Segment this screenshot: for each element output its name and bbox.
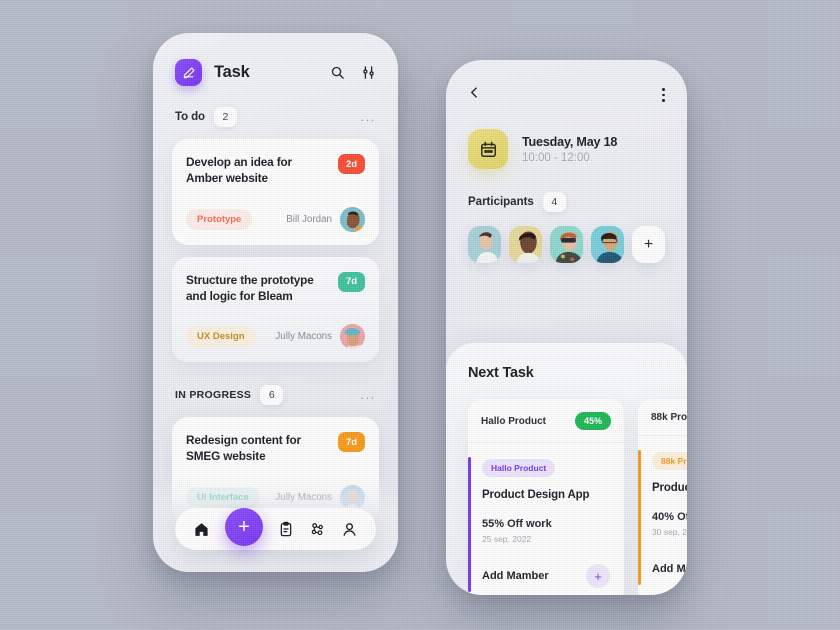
assignee-name: Bill Jordan [286, 213, 332, 225]
next-task-name: Product Design App [652, 482, 687, 494]
accent-bar [638, 450, 641, 586]
add-member-label[interactable]: Add Mamber [652, 563, 687, 575]
person-profile-icon[interactable] [341, 521, 358, 538]
task-card-top: Structure the prototype and logic for Bl… [186, 271, 365, 305]
next-task-head-label: Hallo Product [481, 415, 547, 427]
search-icon[interactable] [330, 65, 345, 80]
section-label-todo: To do [175, 111, 205, 123]
next-task-footer: Add Mamber + [482, 564, 624, 589]
home-icon[interactable] [193, 521, 210, 538]
section-label-inprogress: IN PROGRESS [175, 389, 252, 402]
add-member-label[interactable]: Add Mamber [482, 570, 549, 582]
calendar-icon [468, 129, 508, 169]
next-task-card-header: 88k Product [638, 399, 687, 436]
avatar[interactable] [468, 226, 501, 263]
next-task-card-header: Hallo Product 45% [468, 399, 624, 443]
task-assignee: Jully Macons [275, 484, 365, 510]
page-title: Task [214, 63, 250, 81]
section-count-todo: 2 [213, 107, 237, 127]
task-card-top: Develop an idea for Amber website 2d [186, 154, 365, 187]
avatar[interactable] [340, 206, 365, 232]
avatar[interactable] [591, 226, 624, 263]
task-card-bottom: Ui Interface Jully Macons [186, 484, 365, 510]
avatar[interactable] [509, 226, 542, 263]
task-assignee: Bill Jordan [286, 206, 365, 232]
participants-count: 4 [542, 192, 566, 212]
task-tag[interactable]: Ui Interface [186, 486, 260, 508]
section-header-todo: To do 2 ... [153, 107, 398, 127]
pen-edit-icon[interactable] [175, 59, 202, 86]
task-card-bottom: Prototype Bill Jordan [186, 206, 365, 232]
next-task-title: Next Task [468, 365, 534, 381]
next-task-chip[interactable]: Hallo Product [482, 459, 556, 477]
progress-percent-badge: 45% [574, 412, 611, 430]
task-card-top: Redesign content for SMEG website 7d [186, 432, 365, 465]
task-tag[interactable]: Prototype [186, 208, 253, 230]
avatar[interactable] [340, 484, 365, 510]
next-task-off-work: 40% Off work [652, 511, 687, 524]
next-task-card-scroller[interactable]: Hallo Product 45% Hallo Product Product … [446, 381, 687, 595]
left-header: Task [153, 33, 398, 86]
clipboard-icon[interactable] [278, 521, 294, 537]
assignee-name: Jully Macons [275, 331, 332, 343]
next-task-sheet: Next Task Hallo Product 45% Hallo Produc… [446, 343, 687, 595]
avatar[interactable] [550, 226, 583, 263]
participants-label: Participants [468, 196, 534, 208]
right-header [446, 60, 687, 104]
assignee-name: Jully Macons [275, 491, 332, 503]
next-task-card-body: Hallo Product Product Design App 55% Off… [468, 443, 624, 595]
event-date: Tuesday, May 18 [522, 134, 618, 149]
phone-left-task-list: Task To do 2 ... Develop an idea for Amb… [153, 33, 398, 572]
phone-right-event-detail: Tuesday, May 18 10:00 - 12:00 Participan… [446, 60, 687, 595]
next-task-off-work: 55% Off work [482, 518, 552, 531]
next-task-head-label: 88k Product [651, 412, 687, 423]
bottom-navigation: + [175, 508, 376, 550]
task-tag[interactable]: UX Design [186, 326, 256, 348]
task-card-bottom: UX Design Jully Macons [186, 324, 365, 350]
participants-avatars: + [446, 226, 687, 263]
vertical-dots-icon[interactable] [662, 88, 665, 102]
event-date-row: Tuesday, May 18 10:00 - 12:00 [446, 129, 687, 169]
event-date-text: Tuesday, May 18 10:00 - 12:00 [522, 135, 617, 164]
task-title: Develop an idea for Amber website [186, 155, 292, 186]
section-count-inprogress: 6 [260, 385, 284, 406]
next-task-date: 30 sep, 2022 [652, 527, 687, 538]
sliders-filter-icon[interactable] [361, 65, 376, 80]
task-due-badge: 7d [338, 432, 365, 453]
task-card[interactable]: Structure the prototype and logic for Bl… [172, 256, 379, 363]
task-due-badge: 2d [338, 154, 365, 174]
background-grain [0, 0, 840, 630]
avatar[interactable] [340, 324, 365, 350]
task-title: Structure the prototype and logic for Bl… [186, 272, 314, 303]
next-task-footer: Add Mamber + [652, 557, 687, 581]
next-task-date: 25 sep, 2022 [482, 534, 532, 545]
participants-header: Participants 4 [446, 192, 687, 212]
section-header-inprogress: IN PROGRESS 6 ... [153, 385, 398, 406]
next-task-card[interactable]: 88k Product 88k Product Product Design A… [638, 399, 687, 595]
plus-add-icon[interactable]: + [225, 508, 263, 546]
add-member-button[interactable]: + [586, 564, 610, 589]
section-more-icon-todo[interactable]: ... [360, 110, 376, 123]
chevron-left-icon[interactable] [468, 86, 481, 104]
accent-bar [468, 457, 471, 593]
task-card[interactable]: Develop an idea for Amber website 2d Pro… [172, 139, 379, 245]
next-task-card[interactable]: Hallo Product 45% Hallo Product Product … [468, 399, 624, 595]
task-card[interactable]: Redesign content for SMEG website 7d Ui … [172, 417, 379, 523]
task-title: Redesign content for SMEG website [186, 433, 301, 464]
people-group-icon[interactable] [309, 521, 326, 538]
next-task-chip[interactable]: 88k Product [652, 452, 687, 470]
section-more-icon-inprogress[interactable]: ... [360, 388, 376, 401]
add-participant-button[interactable]: + [632, 226, 665, 263]
header-actions [330, 65, 376, 80]
next-task-name: Product Design App [482, 489, 590, 501]
event-time: 10:00 - 12:00 [522, 151, 590, 164]
task-assignee: Jully Macons [275, 324, 365, 350]
next-task-card-body: 88k Product Product Design App 40% Off w… [638, 436, 687, 595]
task-due-badge: 7d [338, 271, 365, 292]
